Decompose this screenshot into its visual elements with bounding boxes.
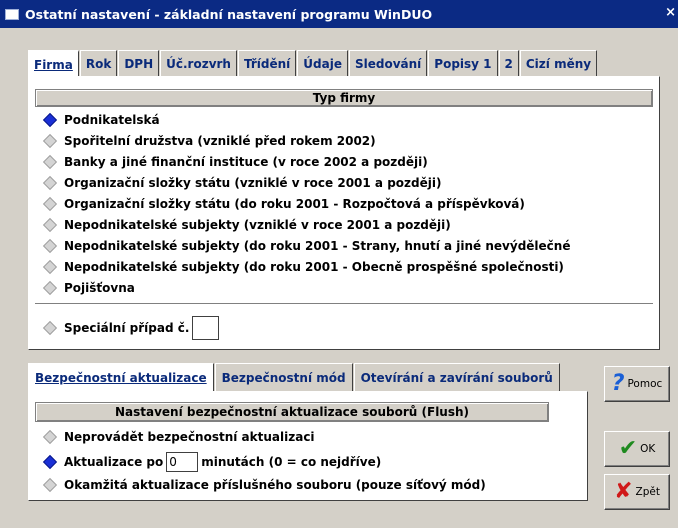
tab-rok[interactable]: Rok <box>79 50 118 77</box>
minutes-input[interactable]: 0 <box>166 452 199 472</box>
firm-type-header: Typ firmy <box>35 89 653 107</box>
top-tab-strip: Firma Rok DPH Úč.rozvrh Třídění Údaje Sl… <box>28 50 598 77</box>
special-case-option[interactable]: Speciální případ č. <box>42 315 220 341</box>
tab-cizi-meny[interactable]: Cizí měny <box>519 50 598 77</box>
tab-udaje[interactable]: Údaje <box>297 50 348 77</box>
radio-icon <box>42 477 58 493</box>
radio-icon <box>42 320 58 336</box>
checkmark-icon: ✔ <box>618 436 638 461</box>
tab-dph[interactable]: DPH <box>118 50 160 77</box>
tab-trideni[interactable]: Třídění <box>237 50 297 77</box>
ok-button[interactable]: ✔ OK <box>604 431 670 467</box>
title-bar: Ostatní nastavení - základní nastavení p… <box>0 0 678 28</box>
divider <box>35 303 653 305</box>
flush-immediate-option[interactable]: Okamžitá aktualizace příslušného souboru… <box>42 476 486 494</box>
radio-selected-icon <box>42 454 58 470</box>
firm-type-option[interactable]: Nepodnikatelské subjekty (vzniklé v roce… <box>42 216 451 234</box>
tab-otevirani-zavirani[interactable]: Otevírání a zavírání souborů <box>353 363 560 391</box>
tab-firma[interactable]: Firma <box>28 50 79 77</box>
tab-bezpecnostni-aktualizace[interactable]: Bezpečnostní aktualizace <box>28 363 214 391</box>
tab-sledovani[interactable]: Sledování <box>348 50 428 77</box>
radio-icon <box>42 217 58 233</box>
firm-type-panel: Typ firmy Podnikatelská Spořitelní družs… <box>28 76 660 350</box>
window-icon <box>5 8 19 20</box>
tab-uc-rozvrh[interactable]: Úč.rozvrh <box>160 50 237 77</box>
firm-type-option[interactable]: Spořitelní družstva (vzniklé před rokem … <box>42 132 376 150</box>
tab-bezpecnostni-mod[interactable]: Bezpečnostní mód <box>214 363 353 391</box>
firm-type-option[interactable]: Podnikatelská <box>42 111 160 129</box>
flush-none-option[interactable]: Neprovádět bezpečnostní aktualizaci <box>42 428 315 446</box>
firm-type-option[interactable]: Organizační složky státu (vzniklé v roce… <box>42 174 441 192</box>
question-icon: ? <box>611 371 625 396</box>
back-button[interactable]: ✘ Zpět <box>604 474 670 510</box>
help-button[interactable]: ? Pomoc <box>604 366 670 402</box>
firm-type-option[interactable]: Banky a jiné finanční instituce (v roce … <box>42 153 428 171</box>
radio-icon <box>42 154 58 170</box>
flush-every-option[interactable]: Aktualizace po 0 minutách (0 = co nejdří… <box>42 451 381 473</box>
special-case-label: Speciální případ č. <box>64 321 190 335</box>
radio-icon <box>42 175 58 191</box>
bottom-tab-strip: Bezpečnostní aktualizace Bezpečnostní mó… <box>28 363 561 391</box>
tab-popisy-1[interactable]: Popisy 1 <box>428 50 498 77</box>
firm-type-option[interactable]: Nepodnikatelské subjekty (do roku 2001 -… <box>42 237 570 255</box>
radio-icon <box>42 133 58 149</box>
radio-icon <box>42 259 58 275</box>
firm-type-option[interactable]: Nepodnikatelské subjekty (do roku 2001 -… <box>42 258 564 276</box>
tab-2[interactable]: 2 <box>498 50 519 77</box>
special-case-input[interactable] <box>192 316 220 340</box>
radio-selected-icon <box>42 112 58 128</box>
radio-icon <box>42 280 58 296</box>
radio-icon <box>42 196 58 212</box>
cross-icon: ✘ <box>614 479 633 504</box>
firm-type-option[interactable]: Pojišťovna <box>42 279 135 297</box>
window-title: Ostatní nastavení - základní nastavení p… <box>25 6 433 22</box>
flush-panel: Nastavení bezpečnostní aktualizace soubo… <box>28 391 588 501</box>
dialog-window: Ostatní nastavení - základní nastavení p… <box>0 0 678 528</box>
radio-icon <box>42 238 58 254</box>
radio-icon <box>42 429 58 445</box>
close-icon[interactable]: × <box>665 6 676 20</box>
firm-type-option[interactable]: Organizační složky státu (do roku 2001 -… <box>42 195 525 213</box>
flush-header: Nastavení bezpečnostní aktualizace soubo… <box>35 402 549 422</box>
